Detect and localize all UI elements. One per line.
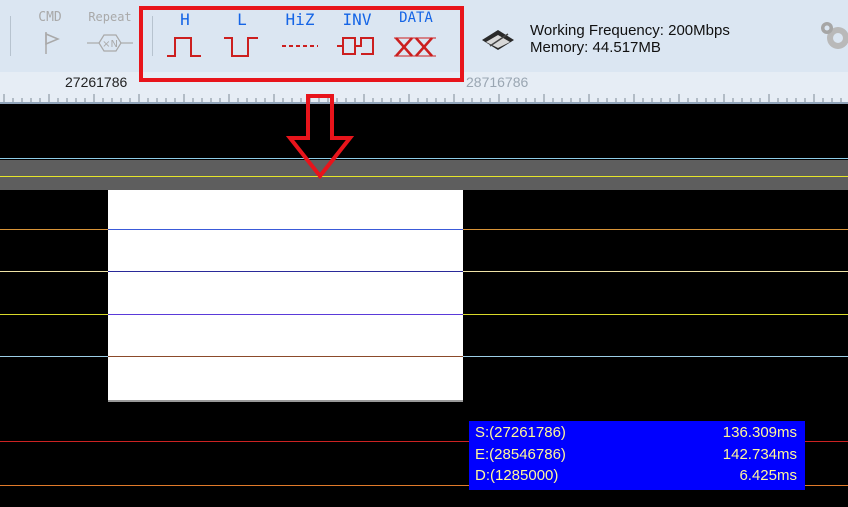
flag-icon xyxy=(45,32,60,54)
selection-band xyxy=(0,160,848,190)
repeat-label: Repeat xyxy=(88,10,132,24)
gear-icon[interactable] xyxy=(818,20,848,54)
start-value: 136.309ms xyxy=(722,424,797,441)
end-row: E:(28546786) 142.734ms xyxy=(475,446,797,466)
cmd-label: CMD xyxy=(38,10,62,25)
cmd-button[interactable]: CMD xyxy=(30,10,70,62)
duration-key: D:(1285000) xyxy=(475,467,559,484)
repeat-icon: ×N xyxy=(87,34,133,52)
signal-line-cyan xyxy=(0,158,848,159)
data-region-line-blue xyxy=(108,229,463,230)
repeat-button[interactable]: Repeat ×N xyxy=(85,10,135,62)
start-row: S:(27261786) 136.309ms xyxy=(475,424,797,444)
status-readout: Working Frequency: 200Mbps Memory: 44.51… xyxy=(530,22,730,56)
signal-line-yellow xyxy=(0,176,848,177)
measurement-box: S:(27261786) 136.309ms E:(28546786) 142.… xyxy=(469,421,805,490)
down-arrow-icon xyxy=(286,94,355,180)
repeat-icon-text: ×N xyxy=(102,39,118,50)
data-region-line-purple xyxy=(108,314,463,315)
memory-text: Memory: 44.517MB xyxy=(530,39,661,56)
toolbar-highlight-box xyxy=(139,6,464,82)
start-key: S:(27261786) xyxy=(475,424,566,441)
toolbar-separator xyxy=(10,16,11,56)
end-key: E:(28546786) xyxy=(475,446,566,463)
frequency-text: Working Frequency: 200Mbps xyxy=(530,22,730,39)
data-region-line-navy xyxy=(108,271,463,272)
duration-row: D:(1285000) 6.425ms xyxy=(475,467,797,487)
selected-data-region xyxy=(108,190,463,402)
probe-icon xyxy=(482,30,514,50)
data-region-line-brown xyxy=(108,356,463,357)
end-value: 142.734ms xyxy=(722,446,797,463)
duration-value: 6.425ms xyxy=(739,467,797,484)
